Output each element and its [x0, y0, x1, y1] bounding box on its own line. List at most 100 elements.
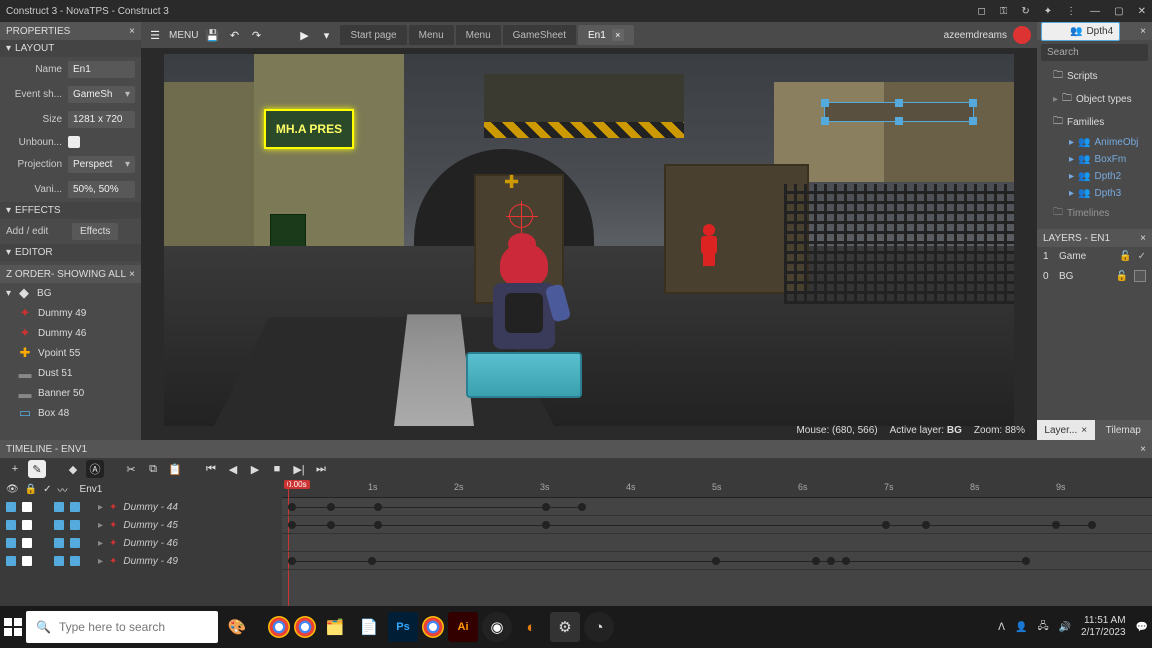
tab-tilemap[interactable]: Tilemap [1095, 420, 1152, 440]
tray-chevron-icon[interactable]: ᐱ [998, 622, 1005, 633]
effects-button[interactable]: Effects [72, 223, 118, 240]
prop-unbounded-checkbox[interactable] [68, 136, 80, 148]
zorder-item[interactable]: ✦Dummy 49 [0, 303, 141, 323]
undo-button[interactable]: ↶ [226, 27, 242, 43]
tab-en1[interactable]: En1× [578, 25, 634, 45]
timeline-track[interactable]: ▸✦Dummy - 44 [0, 498, 282, 516]
close-icon[interactable]: × [1140, 233, 1146, 244]
extension-icon[interactable]: ✦ [1044, 6, 1052, 17]
keyframe-button[interactable]: ◆ [64, 460, 82, 478]
tree-families[interactable]: 🗀Families [1037, 111, 1152, 134]
zorder-item[interactable]: ▬Banner 50 [0, 383, 141, 403]
edit-button[interactable]: ✎ [28, 460, 46, 478]
tab-menu[interactable]: Menu [456, 25, 501, 45]
family-item[interactable]: ▸👥Dpth3 [1037, 185, 1152, 202]
family-item[interactable]: ▸👥Dpth2 [1037, 168, 1152, 185]
construct-icon[interactable]: ⚙ [550, 612, 580, 642]
people-icon[interactable]: 👤 [1015, 622, 1027, 633]
record-button[interactable]: Ⓐ [86, 460, 104, 478]
close-icon[interactable]: × [612, 29, 624, 41]
prop-projection-value[interactable]: Perspect [68, 156, 135, 173]
tab-layers[interactable]: Layer...× [1037, 420, 1095, 440]
prop-size-value[interactable]: 1281 x 720 [68, 111, 135, 128]
layout-canvas[interactable]: MH.A PRES [164, 54, 1014, 426]
minimize-icon[interactable]: — [1090, 6, 1100, 17]
start-button[interactable] [4, 618, 22, 636]
close-icon[interactable]: × [1140, 444, 1146, 455]
taskbar-search-input[interactable]: 🔍 Type here to search [26, 611, 218, 643]
kebab-icon[interactable]: ⋮ [1066, 6, 1076, 17]
lock-icon[interactable]: 🔓 [1116, 271, 1128, 282]
prev-button[interactable]: ◀ [224, 460, 242, 478]
family-item[interactable]: ▸👥BoxFm [1037, 151, 1152, 168]
maximize-icon[interactable]: ▢ [1114, 6, 1123, 17]
visibility-checkbox[interactable] [1134, 270, 1146, 282]
check-icon[interactable]: ✓ [43, 484, 51, 495]
eye-icon[interactable]: 👁 [6, 484, 19, 495]
close-icon[interactable]: × [129, 269, 135, 280]
zorder-item[interactable]: ✦Dummy 46 [0, 323, 141, 343]
menu-label[interactable]: MENU [169, 30, 198, 41]
copy-button[interactable]: ⧉ [144, 460, 162, 478]
check-icon[interactable]: ✓ [1138, 251, 1146, 262]
chrome-icon[interactable] [422, 616, 444, 638]
save-button[interactable]: 💾 [204, 27, 220, 43]
prop-eventsheet-value[interactable]: GameSh [68, 86, 135, 103]
blender-icon[interactable]: ◐ [516, 612, 546, 642]
zorder-root[interactable]: ▾◆BG [0, 283, 141, 303]
layer-row[interactable]: 1 Game 🔓 ✓ [1037, 247, 1152, 266]
zorder-item[interactable]: ✚Vpoint 55 [0, 343, 141, 363]
paste-button[interactable]: 📋 [166, 460, 184, 478]
user-menu[interactable]: azeemdreams [944, 26, 1031, 44]
tree-scripts[interactable]: 🗀Scripts [1037, 65, 1152, 88]
network-icon[interactable]: 🖧 [1037, 619, 1048, 636]
tab-gamesheet[interactable]: GameSheet [503, 25, 576, 45]
play-button[interactable]: ▶ [246, 460, 264, 478]
obs-icon[interactable]: ◉ [482, 612, 512, 642]
volume-icon[interactable]: 🔊 [1059, 622, 1071, 633]
zorder-item[interactable]: ▭Box 48 [0, 403, 141, 423]
close-icon[interactable]: ✕ [1138, 6, 1146, 17]
timeline-track[interactable]: ▸✦Dummy - 46 [0, 534, 282, 552]
layout-section-header[interactable]: ▾ LAYOUT [0, 40, 141, 57]
add-button[interactable]: + [6, 460, 24, 478]
tree-timelines[interactable]: 🗀Timelines [1037, 202, 1152, 225]
sync-icon[interactable]: ↻ [1021, 6, 1029, 17]
tab-menu[interactable]: Menu [409, 25, 454, 45]
redo-button[interactable]: ↷ [248, 27, 264, 43]
editor-section-header[interactable]: ▾ EDITOR [0, 244, 141, 261]
chrome-icon[interactable] [294, 616, 316, 638]
project-search-input[interactable]: Search [1041, 44, 1148, 61]
lock-icon[interactable]: 🔒 [25, 484, 37, 495]
account-icon[interactable]: ◻ [977, 6, 985, 17]
family-item-selected[interactable]: 👥Dpth4 [1041, 22, 1120, 41]
timeline-ruler[interactable]: 0.00s 1s 2s 3s 4s 5s 6s 7s 8s 9s [282, 480, 1152, 498]
chrome-icon[interactable] [268, 616, 290, 638]
stop-button[interactable]: ■ [268, 460, 286, 478]
photoshop-icon[interactable]: Ps [388, 612, 418, 642]
tab-start-page[interactable]: Start page [340, 25, 406, 45]
play-button[interactable]: ▶ [296, 27, 312, 43]
close-icon[interactable]: × [1081, 425, 1087, 436]
effects-section-header[interactable]: ▾ EFFECTS [0, 202, 141, 219]
play-dropdown-icon[interactable]: ▾ [318, 27, 334, 43]
next-button[interactable]: ▶| [290, 460, 308, 478]
cut-button[interactable]: ✂ [122, 460, 140, 478]
first-button[interactable]: ⏮ [202, 460, 220, 478]
key-icon[interactable]: ⚿ [1000, 6, 1008, 17]
notifications-icon[interactable]: 💬 [1136, 622, 1148, 633]
taskbar-clock[interactable]: 11:51 AM 2/17/2023 [1081, 615, 1126, 639]
prop-vanishing-value[interactable]: 50%, 50% [68, 181, 135, 198]
app-icon[interactable]: ◔ [584, 612, 614, 642]
lock-icon[interactable]: 🔓 [1119, 251, 1131, 262]
timeline-track-area[interactable]: 0.00s 1s 2s 3s 4s 5s 6s 7s 8s 9s [282, 480, 1152, 606]
timeline-header-row[interactable]: 👁🔒✓〰 Env1 [0, 480, 282, 498]
close-icon[interactable]: × [129, 26, 135, 37]
layer-row[interactable]: 0 BG 🔓 [1037, 266, 1152, 286]
explorer-icon[interactable]: 🗂️ [320, 612, 350, 642]
illustrator-icon[interactable]: Ai [448, 612, 478, 642]
close-icon[interactable]: × [1140, 26, 1146, 37]
family-item[interactable]: ▸👥AnimeObj [1037, 134, 1152, 151]
prop-name-value[interactable]: En1 [68, 61, 135, 78]
wave-icon[interactable]: 〰 [58, 482, 68, 497]
